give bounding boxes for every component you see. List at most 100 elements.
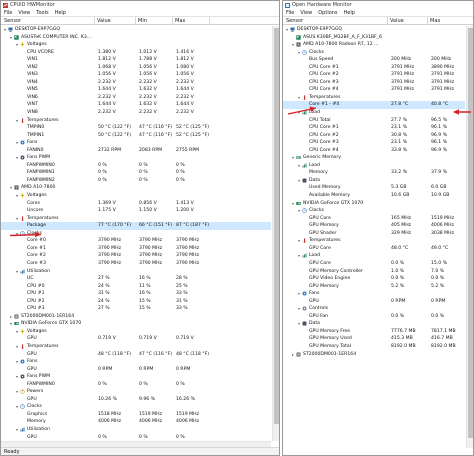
column-max[interactable]: Max: [175, 18, 185, 24]
ohm-titlebar[interactable]: Open Hardware Monitor: [283, 1, 473, 9]
sensor-row[interactable]: ▾ Fans: [1, 358, 271, 366]
expand-arrow-icon[interactable]: ▸: [291, 352, 295, 357]
sensor-row[interactable]: VIN8 2.232 V 2.232 V 2.232 V: [1, 109, 271, 117]
sensor-row[interactable]: CPU Core #3 23.1 % 96.1 %: [283, 139, 465, 147]
menu-tools[interactable]: Tools: [36, 10, 48, 16]
sensor-row[interactable]: ▾ Voltages: [1, 328, 271, 336]
sensor-row[interactable]: VIN6 2.232 V 2.232 V 2.232 V: [1, 94, 271, 102]
sensor-row[interactable]: ▾ Load: [283, 162, 465, 170]
collapse-arrow-icon[interactable]: ▾: [15, 344, 19, 349]
sensor-row[interactable]: GPU Memory Free 7776.7 MB 7817.1 MB: [283, 328, 465, 336]
collapse-arrow-icon[interactable]: ▾: [15, 329, 19, 334]
collapse-arrow-icon[interactable]: ▾: [297, 209, 301, 213]
column-sensor[interactable]: Sensor: [286, 18, 303, 24]
sensor-row[interactable]: CPU VCORE 1.380 V 1.012 V 1.416 V: [1, 49, 271, 57]
sensor-row[interactable]: FANPWMIN1 0 % 0 % 0 %: [1, 169, 271, 177]
sensor-row[interactable]: CPU Core #1 23.1 % 96.1 %: [283, 124, 465, 132]
sensor-row[interactable]: CPU #0 24 % 11 % 25 %: [1, 283, 271, 291]
collapse-arrow-icon[interactable]: ▾: [291, 43, 295, 47]
sensor-row[interactable]: GPU 0 RPM 0 RPM: [283, 298, 465, 306]
collapse-arrow-icon[interactable]: ▾: [297, 178, 301, 183]
collapse-arrow-icon[interactable]: ▾: [297, 292, 301, 296]
sensor-row[interactable]: ▾ Fans: [1, 139, 271, 147]
collapse-arrow-icon[interactable]: ▾: [15, 156, 19, 160]
collapse-arrow-icon[interactable]: ▾: [297, 254, 301, 258]
sensor-row[interactable]: CPU Core #4 33.8 % 96.9 %: [283, 147, 465, 155]
sensor-row[interactable]: ▸ ST2000DM001-1ER164: [1, 313, 271, 321]
sensor-row[interactable]: GPU Shader 329 MHz 3038 MHz: [283, 230, 465, 238]
collapse-arrow-icon[interactable]: ▾: [9, 35, 13, 40]
sensor-row[interactable]: ▾ Data: [283, 177, 465, 185]
sensor-row[interactable]: ▸ ST2000DM001-1ER164: [283, 351, 465, 359]
collapse-arrow-icon[interactable]: ▾: [297, 239, 301, 243]
sensor-row[interactable]: GPU Core 165 MHz 1519 MHz: [283, 215, 465, 223]
sensor-row[interactable]: CPU Core #1 3791 MHz 3890 MHz: [283, 64, 465, 72]
hwmonitor-titlebar[interactable]: CPUID HWMonitor: [1, 1, 279, 9]
sensor-row[interactable]: GPU 0.719 V 0.719 V 0.719 V: [1, 335, 271, 343]
collapse-arrow-icon[interactable]: ▾: [297, 50, 301, 55]
sensor-row[interactable]: Bus Speed 200 MHz 200 MHz: [283, 56, 465, 64]
collapse-arrow-icon[interactable]: ▾: [297, 322, 301, 326]
sensor-row[interactable]: ▾ Voltages: [1, 41, 271, 49]
collapse-arrow-icon[interactable]: ▾: [9, 186, 13, 190]
collapse-arrow-icon[interactable]: ▾: [15, 360, 19, 364]
sensor-row[interactable]: CPU #3 27 % 15 % 33 %: [1, 305, 271, 313]
sensor-row[interactable]: CPU Core #3 3791 MHz 3791 MHz: [283, 79, 465, 87]
sensor-row[interactable]: ▾ ASUSTeK COMPUTER INC. K3...: [1, 34, 271, 42]
sensor-row[interactable]: ▾ DESKTOP-E9P7GGQ: [1, 26, 271, 34]
sensor-row[interactable]: Uncore 1.175 V 1.150 V 1.200 V: [1, 207, 271, 215]
sensor-row[interactable]: Graphics 1518 MHz 1519 MHz 1519 MHz: [1, 411, 271, 419]
sensor-row[interactable]: ▾ Clocks: [1, 403, 271, 411]
sensor-row[interactable]: ▾ Temperatures: [1, 215, 271, 223]
collapse-arrow-icon[interactable]: ▾: [15, 216, 19, 221]
collapse-arrow-icon[interactable]: ▾: [297, 307, 301, 311]
collapse-arrow-icon[interactable]: ▾: [291, 201, 295, 206]
sensor-row[interactable]: CPU #2 24 % 15 % 31 %: [1, 298, 271, 306]
sensor-row[interactable]: Used Memory 5.3 GB 6.0 GB: [283, 184, 465, 192]
sensor-row[interactable]: ▾ DESKTOP-E9P7GGQ: [283, 26, 465, 34]
sensor-row[interactable]: GPU Fan 0.0 % 0.0 %: [283, 313, 465, 321]
sensor-row[interactable]: Package 77 °C (170 °F) 66 °C (151 °F) 87 °C…: [1, 222, 271, 230]
ohm-scroll-thumb[interactable]: [468, 28, 473, 438]
ohm-vertical-scrollbar[interactable]: [466, 26, 473, 448]
sensor-row[interactable]: Core #3 3790 MHz 3790 MHz 3790 MHz: [1, 260, 271, 268]
sensor-row[interactable]: ▾ Clocks: [283, 49, 465, 57]
sensor-row[interactable]: ▾ Voltages: [1, 192, 271, 200]
collapse-arrow-icon[interactable]: ▾: [15, 427, 19, 432]
sensor-row[interactable]: UC 27 % 16 % 28 %: [1, 275, 271, 283]
menu-options[interactable]: Options: [318, 10, 337, 16]
menu-file[interactable]: File: [286, 10, 294, 16]
column-min[interactable]: Min: [138, 18, 147, 24]
sensor-row[interactable]: GPU Memory Total 8192.0 MB 8192.0 MB: [283, 343, 465, 351]
column-max[interactable]: Max: [430, 18, 440, 24]
collapse-arrow-icon[interactable]: ▾: [15, 194, 19, 198]
sensor-row[interactable]: ▾ Fans PWM: [1, 373, 271, 381]
sensor-row[interactable]: TMPIN1 50 °C (122 °F) 47 °C (116 °F) 52 °C …: [1, 132, 271, 140]
sensor-row[interactable]: TMPIN0 50 °C (122 °F) 47 °C (116 °F) 52 °C …: [1, 124, 271, 132]
sensor-row[interactable]: ▾ Data: [283, 320, 465, 328]
sensor-row[interactable]: ▾ Clocks: [283, 207, 465, 215]
sensor-row[interactable]: GPU Core 0.0 % 15.0 %: [283, 260, 465, 268]
expand-arrow-icon[interactable]: ▸: [9, 314, 13, 319]
sensor-row[interactable]: GPU 0 RPM 0 RPM 0 RPM: [1, 366, 271, 374]
sensor-row[interactable]: VIN5 1.644 V 1.632 V 1.644 V: [1, 86, 271, 94]
sensor-row[interactable]: GPU 0 % 0 % 0 %: [1, 434, 271, 442]
sensor-row[interactable]: VIN7 1.644 V 1.632 V 1.644 V: [1, 101, 271, 109]
column-value[interactable]: Value: [390, 18, 404, 24]
sensor-row[interactable]: VIN2 1.068 V 1.056 V 1.080 V: [1, 64, 271, 72]
sensor-row[interactable]: Core #2 3790 MHz 3790 MHz 3790 MHz: [1, 252, 271, 260]
collapse-arrow-icon[interactable]: ▾: [3, 28, 7, 32]
collapse-arrow-icon[interactable]: ▾: [15, 405, 19, 409]
sensor-row[interactable]: ▾ Temperatures: [1, 117, 271, 125]
sensor-row[interactable]: CPU Total 27.7 % 96.5 %: [283, 117, 465, 125]
sensor-row[interactable]: ▾ Temperatures: [1, 343, 271, 351]
collapse-arrow-icon[interactable]: ▾: [15, 390, 19, 394]
sensor-row[interactable]: CPU Core #2 30.8 % 96.9 %: [283, 132, 465, 140]
sensor-row[interactable]: Available Memory 10.6 GB 10.9 GB: [283, 192, 465, 200]
sensor-row[interactable]: VIN3 1.056 V 1.056 V 1.056 V: [1, 71, 271, 79]
sensor-row[interactable]: CPU #1 31 % 16 % 33 %: [1, 290, 271, 298]
sensor-row[interactable]: ASUS K30BF_M32BF_A_F_K31BF_6: [283, 34, 465, 42]
collapse-arrow-icon[interactable]: ▾: [9, 322, 13, 326]
sensor-row[interactable]: CPU Core #2 3791 MHz 3791 MHz: [283, 71, 465, 79]
sensor-row[interactable]: ▾ Powers: [1, 388, 271, 396]
